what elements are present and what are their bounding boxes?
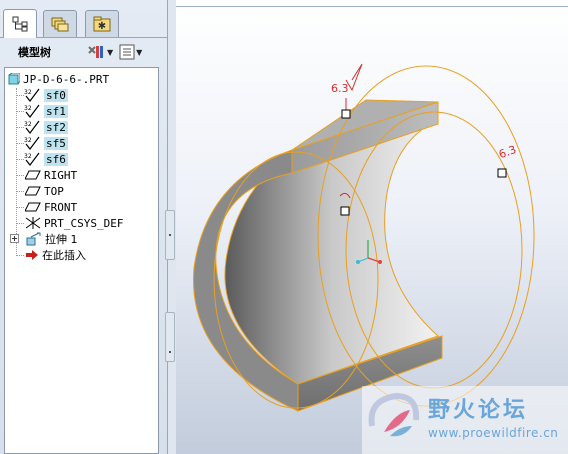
surface-finish-icon: 32 [23,88,41,102]
tree-guide-branch [16,223,24,224]
forum-watermark: 野火论坛 www.proewildfire.cn [362,386,568,454]
tree-item-label: sf5 [44,136,68,150]
tree-item-label: TOP [44,184,64,198]
tree-item-label: FRONT [44,200,78,214]
navigator-tab-strip: ✱ [0,0,168,38]
surface-finish-icon: 32 [23,152,41,166]
tree-guide-line [16,88,17,254]
tools-icon [88,46,103,58]
chevron-down-icon: ▼ [136,47,143,57]
tree-item-label: RIGHT [44,168,78,182]
tree-item-front-plane[interactable]: FRONT [25,199,77,215]
tree-item-label: sf1 [44,104,68,118]
tree-guide-branch [16,191,24,192]
panel-collapse-grip[interactable] [165,312,175,362]
tree-item-label: 在此插入 [42,249,86,262]
tree-show-button[interactable]: ▼ [119,43,142,61]
expand-plus-icon[interactable] [10,234,20,244]
tree-settings-button[interactable]: ▼ [86,43,113,61]
model-tree-title: 模型树 [18,46,51,59]
tree-item-sf1[interactable]: 32 sf1 [23,103,68,119]
extrude-icon [26,232,42,246]
favorites-tab[interactable]: ✱ [85,10,119,37]
annotation-handle[interactable] [341,109,351,119]
part-icon [8,73,20,85]
annotation-handle[interactable] [340,206,350,216]
favorites-star-icon: ✱ [93,16,111,32]
tree-item-extrude[interactable]: 拉伸 1 [10,231,78,247]
surface-finish-icon: 32 [23,136,41,150]
model-tree-toolbar: 模型树 ▼ ▼ [4,40,164,64]
tree-item-csys[interactable]: PRT_CSYS_DEF [25,215,123,231]
tree-item-label: sf2 [44,120,68,134]
watermark-title: 野火论坛 [428,398,529,423]
watermark-logo [368,392,420,437]
tree-icon [12,16,28,32]
tree-guide-branch [16,255,24,256]
svg-text:32: 32 [24,105,32,112]
tree-item-label: 拉伸 1 [45,233,78,246]
datum-plane-icon [25,201,41,213]
model-tree: JP-D-6-6-.PRT 32 sf0 32 sf1 32 sf2 32 sf… [4,67,159,454]
svg-text:32: 32 [24,137,32,144]
svg-text:32: 32 [24,89,32,96]
tree-item-sf5[interactable]: 32 sf5 [23,135,68,151]
tree-item-sf2[interactable]: 32 sf2 [23,119,68,135]
tree-item-label: JP-D-6-6-.PRT [23,72,110,86]
tree-item-label: sf0 [44,88,68,102]
insert-here-arrow-icon [25,249,39,261]
show-columns-icon [119,44,135,60]
folders-icon [51,17,69,32]
navigator-panel: ✱ 模型树 ▼ ▼ JP-D-6-6-.PRT 32 sf0 32 sf1 32… [0,0,168,454]
tree-item-label: sf6 [44,152,68,166]
tree-item-sf6[interactable]: 32 sf6 [23,151,68,167]
tree-item-top-plane[interactable]: TOP [25,183,64,199]
tree-guide-branch [16,175,24,176]
surface-finish-icon: 32 [23,104,41,118]
surface-finish-icon: 32 [23,120,41,134]
annotation-handle[interactable] [497,168,507,178]
folder-browser-tab[interactable] [43,10,77,37]
datum-plane-icon [25,169,41,181]
annotation-label: 6.3 [331,82,349,95]
tree-item-insert-here[interactable]: 在此插入 [25,247,86,263]
surface-finish-annotation-right[interactable]: 6.3 [497,143,518,178]
annotation-label: 6.3 [497,143,518,161]
panel-splitter-grip[interactable] [165,210,175,260]
svg-text:✱: ✱ [98,21,106,32]
watermark-url: www.proewildfire.cn [428,426,559,440]
svg-text:32: 32 [24,153,32,160]
coordinate-system-icon [25,216,41,230]
tree-item-sf0[interactable]: 32 sf0 [23,87,68,103]
tree-item-label: PRT_CSYS_DEF [44,216,124,230]
tree-item-right-plane[interactable]: RIGHT [25,167,77,183]
tree-guide-branch [16,207,24,208]
tree-item-part[interactable]: JP-D-6-6-.PRT [8,71,109,87]
chevron-down-icon: ▼ [107,47,114,57]
datum-plane-icon [25,185,41,197]
svg-text:32: 32 [24,121,32,128]
model-tree-tab[interactable] [3,9,37,38]
